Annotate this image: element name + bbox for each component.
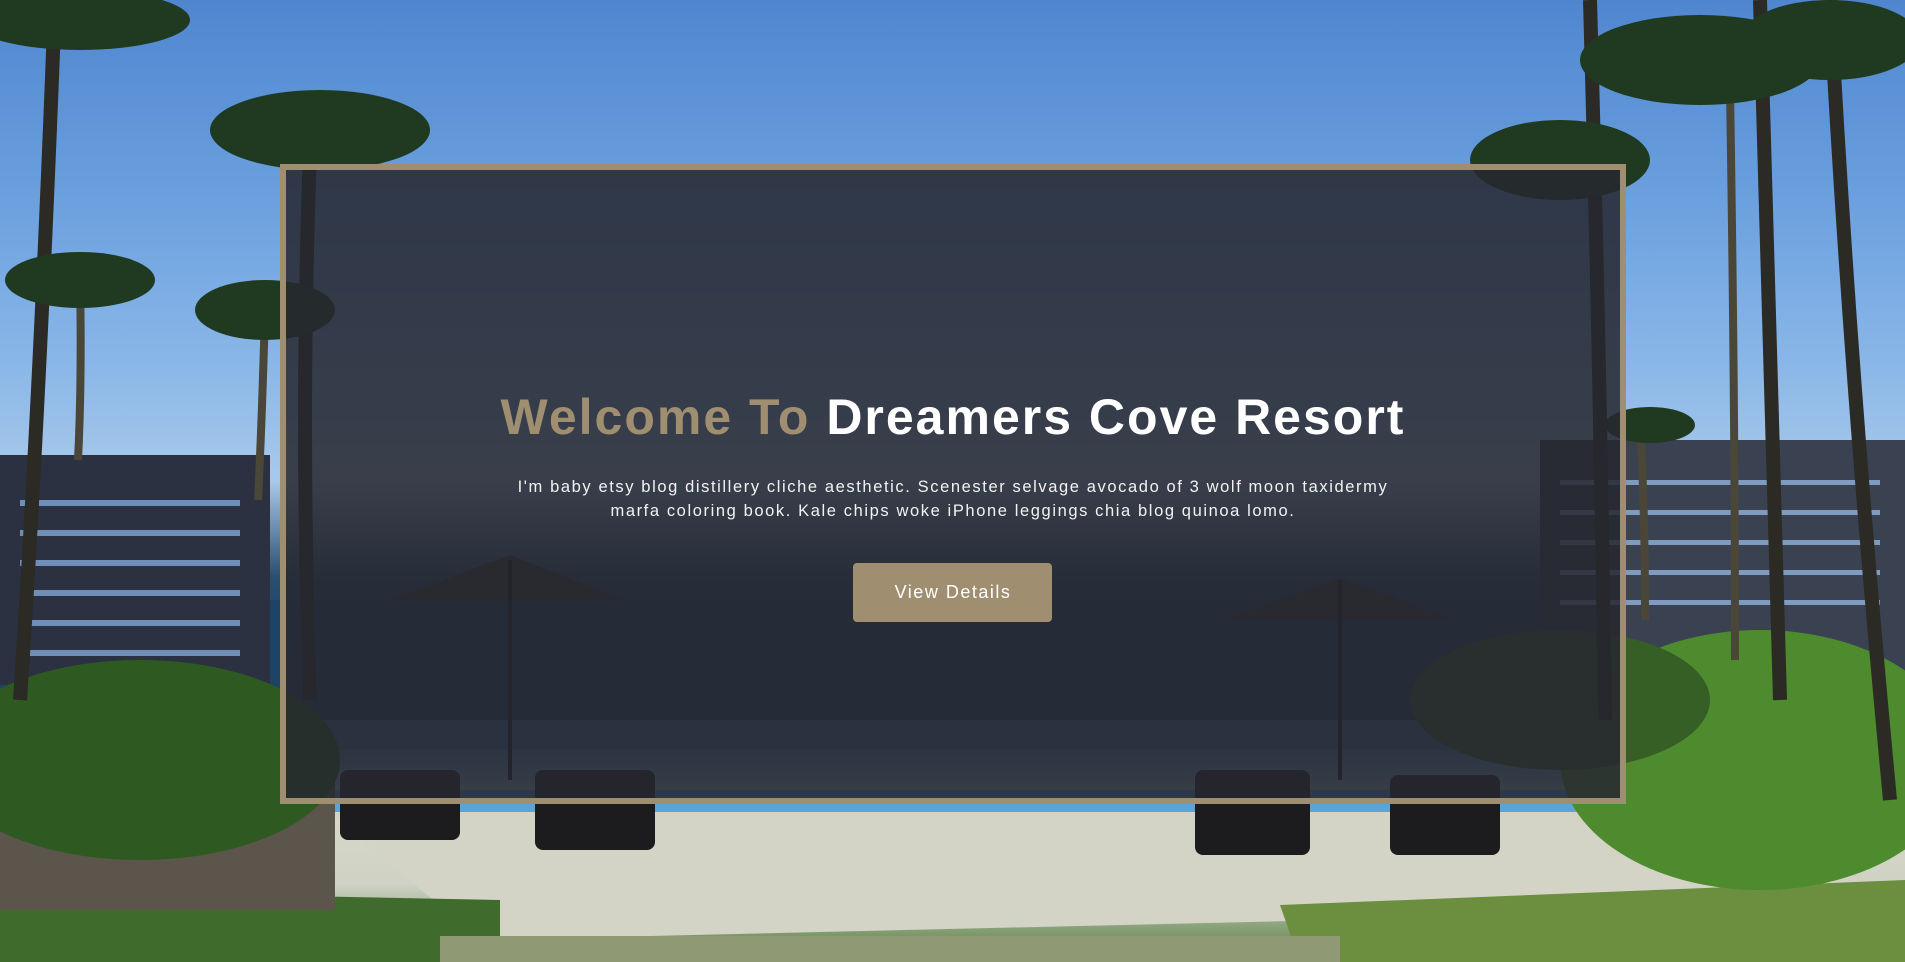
hero-content: Welcome To Dreamers Cove Resort I'm baby… bbox=[501, 390, 1406, 622]
hero-title-accent: Welcome To bbox=[500, 389, 811, 445]
hero-section: Welcome To Dreamers Cove Resort I'm baby… bbox=[0, 0, 1905, 962]
hero-description: I'm baby etsy blog distillery cliche aes… bbox=[517, 478, 1389, 520]
view-details-button[interactable]: View Details bbox=[853, 563, 1053, 622]
welcome-overlay-panel: Welcome To Dreamers Cove Resort I'm baby… bbox=[280, 164, 1626, 804]
hero-title: Welcome To Dreamers Cove Resort bbox=[501, 390, 1406, 445]
hero-title-main: Dreamers Cove Resort bbox=[826, 389, 1406, 445]
